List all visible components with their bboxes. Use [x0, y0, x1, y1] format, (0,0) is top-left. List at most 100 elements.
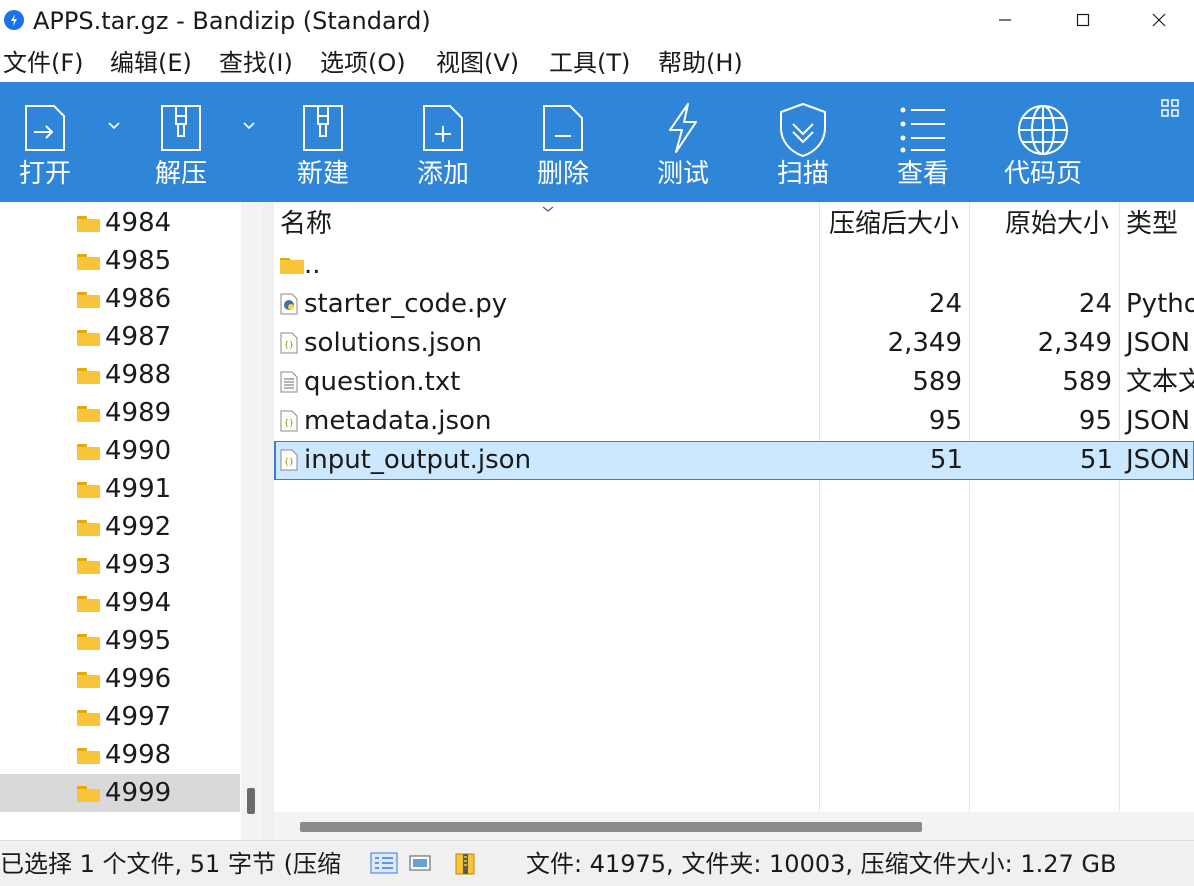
tree-item-label: 4996 [105, 664, 172, 694]
lightning-icon [669, 103, 697, 153]
column-header-original-size[interactable]: 原始大小 [1005, 208, 1109, 240]
svg-text:{}: {} [284, 418, 294, 427]
open-dropdown-arrow[interactable] [106, 120, 122, 132]
column-header-packed-size[interactable]: 压缩后大小 [829, 208, 959, 240]
file-packed-size: 95 [928, 406, 962, 436]
folder-icon [77, 748, 100, 764]
column-header-type[interactable]: 类型 [1126, 208, 1178, 240]
tree-item[interactable]: 4986 [0, 280, 240, 318]
file-list: 名称 压缩后大小 原始大小 类型 .. starter_code.py 24 2… [274, 202, 1194, 840]
file-row-selected[interactable]: {} input_output.json 51 51 JSON [274, 441, 1194, 480]
folder-icon [77, 634, 100, 650]
file-name: question.txt [304, 367, 461, 397]
file-row[interactable]: question.txt 589 589 文本文 [274, 363, 1194, 402]
add-file-icon [423, 105, 463, 151]
tree-item[interactable]: 4997 [0, 698, 240, 736]
tree-item[interactable]: 4992 [0, 508, 240, 546]
file-packed-size: 589 [912, 367, 962, 397]
file-type: 文本文 [1126, 367, 1194, 397]
file-row-parent[interactable]: .. [274, 246, 1194, 285]
menu-options[interactable]: 选项(O) [320, 48, 406, 78]
tree-item-label: 4998 [105, 740, 172, 770]
tree-item[interactable]: 4990 [0, 432, 240, 470]
menu-view[interactable]: 视图(V) [436, 48, 519, 78]
file-row[interactable]: {} metadata.json 95 95 JSON [274, 402, 1194, 441]
extract-dropdown-arrow[interactable] [241, 120, 257, 132]
extract-icon [161, 105, 201, 151]
tree-item[interactable]: 4987 [0, 318, 240, 356]
delete-files-button[interactable]: 删除 [508, 82, 618, 202]
scan-archive-label: 扫描 [776, 159, 829, 189]
tree-item-label: 4988 [105, 360, 172, 390]
file-row[interactable]: {} solutions.json 2,349 2,349 JSON [274, 324, 1194, 363]
tree-item-label: 4986 [105, 284, 172, 314]
file-row[interactable]: starter_code.py 24 24 Pytho [274, 285, 1194, 324]
status-bar: 已选择 1 个文件, 51 字节 (压缩 文件: 41975, 文件夹: 100… [0, 840, 1194, 886]
codepage-button[interactable]: 代码页 [988, 82, 1098, 202]
folder-tree: 4984 4985 4986 4987 4988 4989 4990 4991 … [0, 202, 262, 840]
add-files-label: 添加 [416, 159, 469, 189]
tree-scrollbar-thumb[interactable] [247, 788, 255, 814]
svg-text:{}: {} [284, 340, 294, 349]
folder-icon [77, 254, 100, 270]
file-name: .. [304, 250, 321, 280]
tree-item[interactable]: 4989 [0, 394, 240, 432]
new-archive-label: 新建 [296, 159, 349, 189]
archive-info-icon[interactable] [454, 852, 478, 876]
pane-splitter[interactable] [262, 202, 274, 840]
new-archive-button[interactable]: 新建 [268, 82, 378, 202]
sort-arrow-icon [542, 206, 554, 212]
maximize-icon [1076, 13, 1090, 27]
tree-item[interactable]: 4998 [0, 736, 240, 774]
file-type: JSON [1126, 445, 1191, 475]
tree-item[interactable]: 4985 [0, 242, 240, 280]
menu-tools[interactable]: 工具(T) [549, 48, 630, 78]
file-original-size: 589 [1062, 367, 1112, 397]
codepage-label: 代码页 [1003, 159, 1082, 189]
scan-archive-button[interactable]: 扫描 [748, 82, 858, 202]
list-view-icon [900, 107, 945, 153]
tree-item[interactable]: 4993 [0, 546, 240, 584]
horizontal-scrollbar-thumb[interactable] [300, 822, 922, 832]
file-name: input_output.json [304, 445, 532, 475]
tree-item[interactable]: 4995 [0, 622, 240, 660]
file-type: Pytho [1126, 289, 1194, 319]
tree-item[interactable]: 4994 [0, 584, 240, 622]
globe-icon [1018, 105, 1068, 155]
tree-item[interactable]: 4991 [0, 470, 240, 508]
layout-grid-icon[interactable] [1160, 98, 1180, 118]
folder-icon [77, 786, 100, 802]
minimize-button[interactable] [966, 0, 1044, 40]
menu-edit[interactable]: 编辑(E) [110, 48, 192, 78]
tree-item[interactable]: 4984 [0, 204, 240, 242]
open-icon [25, 105, 65, 151]
window-title: APPS.tar.gz - Bandizip (Standard) [33, 7, 431, 35]
column-header-name[interactable]: 名称 [280, 208, 332, 240]
details-view-icon[interactable] [370, 852, 398, 874]
file-original-size: 24 [1078, 289, 1112, 319]
preview-pane-icon[interactable] [408, 852, 432, 874]
tree-scrollbar[interactable] [241, 202, 262, 840]
folder-icon [77, 292, 100, 308]
extract-button[interactable]: 解压 [126, 82, 236, 202]
folder-icon [77, 596, 100, 612]
folder-icon [77, 520, 100, 536]
json-file-icon: {} [280, 410, 298, 436]
file-packed-size: 2,349 [887, 328, 962, 358]
test-archive-button[interactable]: 测试 [628, 82, 738, 202]
view-button[interactable]: 查看 [868, 82, 978, 202]
menu-find[interactable]: 查找(I) [219, 48, 293, 78]
open-button[interactable]: 打开 [0, 82, 100, 202]
tree-item[interactable]: 4996 [0, 660, 240, 698]
maximize-button[interactable] [1044, 0, 1122, 40]
file-original-size: 95 [1078, 406, 1112, 436]
tree-item-label: 4991 [105, 474, 172, 504]
test-archive-label: 测试 [656, 159, 709, 189]
tree-item-selected[interactable]: 4999 [0, 774, 240, 812]
add-files-button[interactable]: 添加 [388, 82, 498, 202]
tree-item-label: 4999 [105, 778, 172, 808]
menu-help[interactable]: 帮助(H) [658, 48, 743, 78]
menu-file[interactable]: 文件(F) [3, 48, 84, 78]
close-button[interactable] [1120, 0, 1194, 40]
tree-item[interactable]: 4988 [0, 356, 240, 394]
